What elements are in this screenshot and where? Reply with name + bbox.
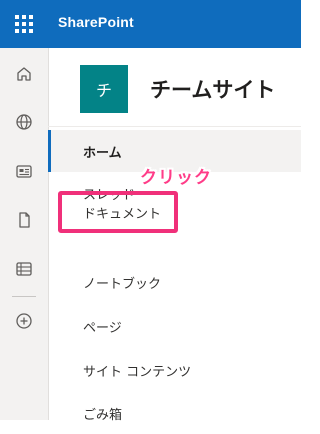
home-icon[interactable] xyxy=(12,62,36,86)
site-logo[interactable]: チ xyxy=(80,65,128,113)
news-icon[interactable] xyxy=(12,159,36,183)
suite-bar: SharePoint xyxy=(0,0,301,48)
header-divider xyxy=(48,126,301,127)
app-launcher-icon[interactable] xyxy=(12,12,36,36)
nav-item-pages[interactable]: ページ xyxy=(48,305,301,347)
nav-item-site-contents[interactable]: サイト コンテンツ xyxy=(48,349,301,391)
nav-item-label: ホーム xyxy=(83,146,122,161)
lists-icon[interactable] xyxy=(12,257,36,281)
app-bar-divider xyxy=(12,296,36,297)
add-icon[interactable] xyxy=(12,309,36,333)
site-title[interactable]: チームサイト xyxy=(150,74,275,104)
nav-item-label: ノートブック xyxy=(83,277,162,292)
nav-item-label: ページ xyxy=(83,321,122,336)
click-annotation: クリック xyxy=(140,168,212,188)
globe-icon[interactable] xyxy=(12,110,36,134)
document-icon[interactable] xyxy=(12,208,36,232)
highlight-box xyxy=(58,191,178,233)
nav-item-label: ごみ箱 xyxy=(83,408,123,423)
nav-item-notebook[interactable]: ノートブック xyxy=(48,261,301,303)
nav-item-label: サイト コンテンツ xyxy=(83,365,192,380)
app-name[interactable]: SharePoint xyxy=(58,14,134,30)
nav-item-recycle-bin[interactable]: ごみ箱 xyxy=(48,392,301,434)
app-bar xyxy=(0,48,49,420)
